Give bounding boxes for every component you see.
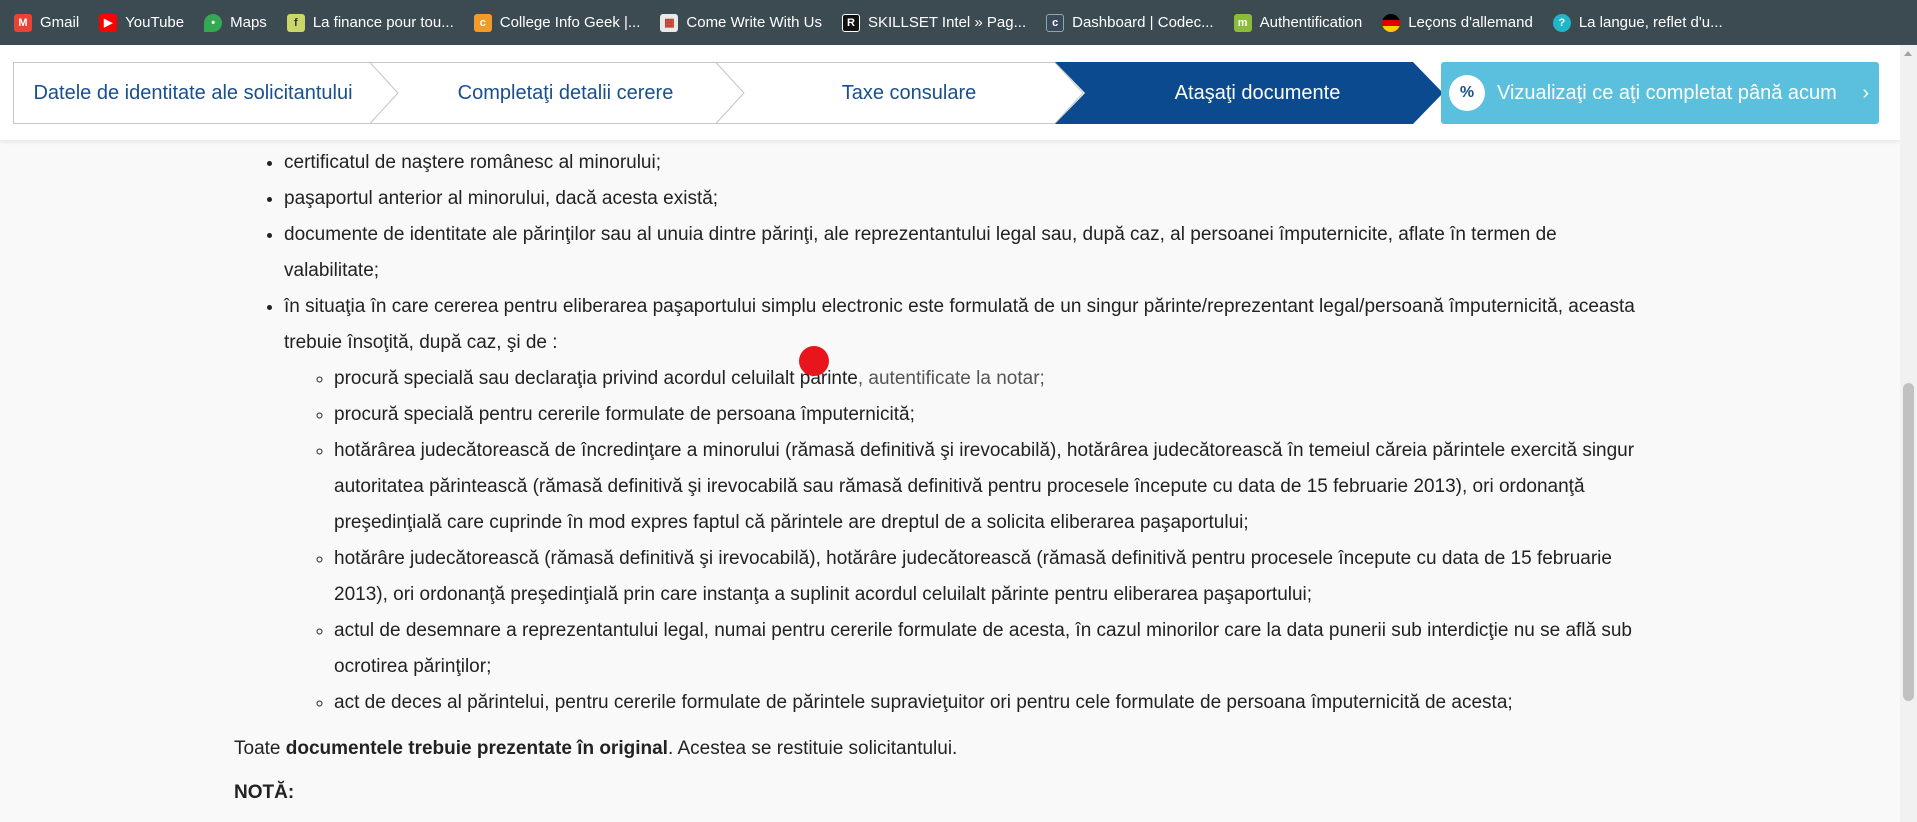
bookmark-maps[interactable]: • Maps	[204, 13, 267, 32]
step-request-details[interactable]: Completaţi detalii cerere	[398, 62, 733, 124]
view-summary-button[interactable]: % Vizualizaţi ce aţi completat până acum…	[1441, 62, 1879, 124]
list-item: certificatul de naştere românesc al mino…	[284, 145, 1654, 181]
bookmark-label: La langue, reflet d'u...	[1578, 14, 1723, 31]
view-summary-label: Vizualizaţi ce aţi completat până acum	[1497, 81, 1837, 104]
para-bold: documentele trebuie prezentate în origin…	[285, 738, 668, 759]
list-item: documente de identitate ale părinţilor s…	[284, 217, 1654, 289]
required-documents-list: certificatul de naştere românesc al mino…	[234, 145, 1654, 721]
bookmark-label: YouTube	[125, 14, 185, 31]
gmail-icon: M	[14, 13, 32, 32]
come-write-icon: ▦	[660, 13, 679, 32]
step-applicant-identity[interactable]: Datele de identitate ale solicitantului	[13, 62, 373, 124]
bookmark-college-info-geek[interactable]: c College Info Geek |...	[473, 13, 641, 32]
bookmark-authentification[interactable]: m Authentification	[1233, 13, 1363, 32]
list-item: hotărârea judecătorească de încredinţare…	[334, 433, 1654, 541]
german-flag-icon	[1382, 13, 1401, 32]
bookmark-label: Authentification	[1259, 14, 1363, 31]
list-item: hotărâre judecătorească (rămasă definiti…	[334, 541, 1654, 613]
list-item: actul de desemnare a reprezentantului le…	[334, 613, 1654, 685]
finance-icon: f	[286, 13, 305, 32]
bookmark-label: Come Write With Us	[686, 14, 822, 31]
bookmark-label: College Info Geek |...	[499, 14, 641, 31]
bookmark-lecons-allemand[interactable]: Leçons d'allemand	[1382, 13, 1533, 32]
bookmark-label: SKILLSET Intel » Pag...	[867, 14, 1027, 31]
bookmark-la-langue[interactable]: ? La langue, reflet d'u...	[1552, 13, 1723, 32]
list-item: procură specială sau declaraţia privind …	[334, 361, 1654, 397]
skillset-icon: R	[841, 13, 860, 32]
wizard-steps: Datele de identitate ale solicitantului …	[13, 62, 1443, 124]
bookmarks-bar: M Gmail ▶ YouTube • Maps f La finance pour t…	[0, 0, 1917, 45]
codecademy-icon: c	[1046, 13, 1065, 32]
langue-icon: ?	[1552, 13, 1571, 32]
scroll-up-arrow-icon[interactable]	[1904, 51, 1912, 56]
list-item-text: procură specială sau declaraţia privind …	[334, 368, 858, 389]
note-heading: NOTĂ:	[234, 782, 295, 803]
list-item: procură specială pentru cererile formula…	[334, 397, 1654, 433]
authentification-icon: m	[1233, 13, 1252, 32]
list-item-single-parent: în situaţia în care cererea pentru elibe…	[284, 289, 1654, 721]
originals-paragraph: Toate documentele trebuie prezentate în …	[234, 734, 1654, 764]
bookmark-codecademy[interactable]: c Dashboard | Codec...	[1046, 13, 1214, 32]
maps-icon: •	[204, 13, 223, 32]
chevron-right-icon: ›	[1862, 81, 1869, 104]
youtube-icon: ▶	[99, 13, 118, 32]
bookmark-label: Maps	[230, 14, 267, 31]
percent-icon: %	[1449, 75, 1485, 111]
cursor-indicator	[799, 346, 829, 376]
bookmark-label: Dashboard | Codec...	[1072, 14, 1214, 31]
scrollbar-thumb[interactable]	[1903, 383, 1914, 701]
bookmark-finance[interactable]: f La finance pour tou...	[286, 13, 454, 32]
bookmark-youtube[interactable]: ▶ YouTube	[99, 13, 185, 32]
vertical-scrollbar[interactable]	[1900, 45, 1917, 822]
notary-note: , autentificate la notar;	[857, 368, 1045, 389]
list-item: paşaportul anterior al minorului, dacă a…	[284, 181, 1654, 217]
bookmark-gmail[interactable]: M Gmail	[14, 13, 80, 32]
bookmark-label: Leçons d'allemand	[1408, 14, 1533, 31]
documents-content: certificatul de naştere românesc al mino…	[234, 145, 1654, 808]
bookmark-label: Gmail	[40, 14, 80, 31]
step-consular-fees[interactable]: Taxe consulare	[744, 62, 1074, 124]
step-attach-documents[interactable]: Ataşaţi documente	[1085, 62, 1430, 124]
para-prefix: Toate	[234, 738, 286, 759]
wizard-stepbar: Datele de identitate ale solicitantului …	[0, 45, 1900, 140]
bookmark-label: La finance pour tou...	[312, 14, 454, 31]
list-item: act de deces al părintelui, pentru cerer…	[334, 685, 1654, 721]
para-suffix: . Acestea se restituie solicitantului.	[667, 738, 958, 759]
additional-documents-list: procură specială sau declaraţia privind …	[284, 361, 1654, 721]
list-item-text: în situaţia în care cererea pentru elibe…	[284, 296, 1635, 353]
bookmark-skillset[interactable]: R SKILLSET Intel » Pag...	[841, 13, 1027, 32]
bookmark-come-write[interactable]: ▦ Come Write With Us	[660, 13, 822, 32]
college-info-geek-icon: c	[473, 13, 492, 32]
